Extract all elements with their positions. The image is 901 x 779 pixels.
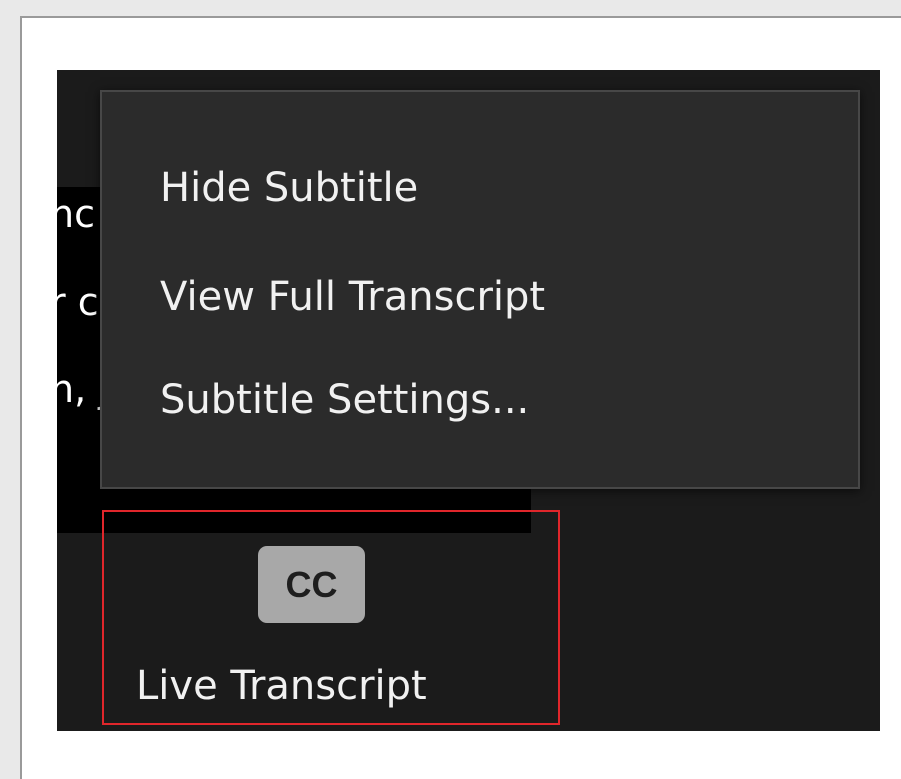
live-transcript-label: Live Transcript (136, 663, 427, 709)
menu-item-hide-subtitle[interactable]: Hide Subtitle (160, 168, 418, 208)
subtitle-context-menu: Hide Subtitle View Full Transcript Subti… (100, 90, 860, 489)
menu-item-subtitle-settings[interactable]: Subtitle Settings... (160, 380, 529, 420)
menu-item-view-full-transcript[interactable]: View Full Transcript (160, 277, 545, 317)
subtitle-text-line: r c (50, 280, 99, 324)
closed-captions-icon: CC (258, 546, 365, 623)
subtitle-text-line: nc (50, 192, 95, 236)
